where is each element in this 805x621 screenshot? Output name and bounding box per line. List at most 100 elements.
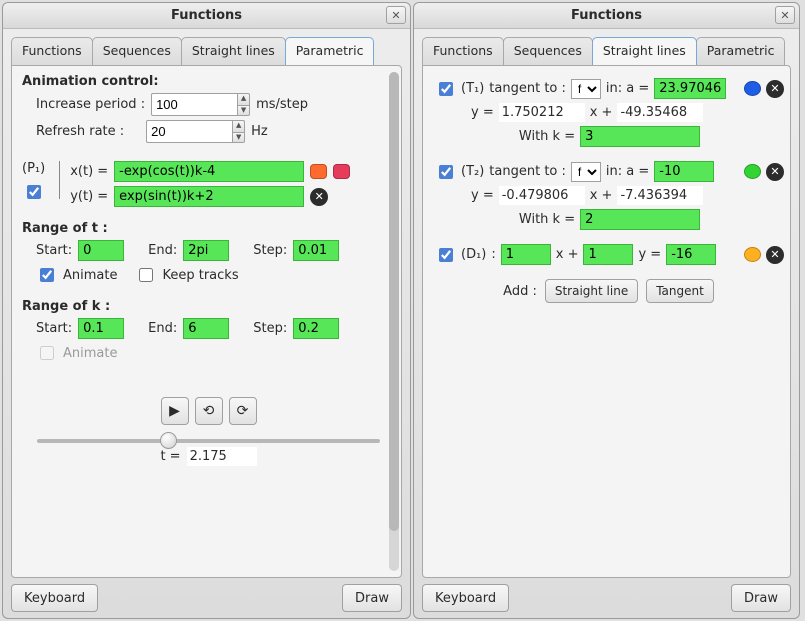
titlebar-right[interactable]: Functions ✕ <box>414 3 799 29</box>
d1-x-input[interactable] <box>501 244 551 265</box>
close-icon[interactable]: ✕ <box>386 6 406 24</box>
t2-func-select[interactable]: f <box>571 162 601 182</box>
animation-heading: Animation control: <box>22 74 395 89</box>
keyboard-button[interactable]: Keyboard <box>422 584 509 612</box>
play-button[interactable]: ▶ <box>161 397 189 425</box>
refresh-spinner[interactable]: ▲▼ <box>146 120 245 143</box>
t1-a-input[interactable] <box>654 78 726 99</box>
t-readout-label: t = <box>160 449 180 464</box>
t-step-label: Step: <box>253 243 287 258</box>
t-slider[interactable] <box>37 439 380 443</box>
range-t-heading: Range of t : <box>22 221 395 236</box>
tab-parametric[interactable]: Parametric <box>285 37 375 65</box>
y-eq-label: y = <box>471 105 494 120</box>
with-k-label: With k = <box>519 129 575 144</box>
t1-k-input[interactable] <box>580 126 700 147</box>
add-row: Add : Straight line Tangent <box>433 279 784 303</box>
t1-visible-checkbox[interactable] <box>439 82 453 96</box>
draw-button[interactable]: Draw <box>731 584 791 612</box>
t2-k-input[interactable] <box>580 209 700 230</box>
line-d1: (D₁): x + y = ✕ <box>435 244 784 265</box>
yt-input[interactable] <box>114 186 304 207</box>
with-k-label: With k = <box>519 212 575 227</box>
k-start-input[interactable] <box>78 318 124 339</box>
tangent-t2: (T₂) tangent to : f in: a = ✕ y = -0.479… <box>435 161 784 230</box>
keep-tracks-checkbox[interactable] <box>139 268 153 282</box>
tab-sequences[interactable]: Sequences <box>503 37 593 65</box>
t2-delete-icon[interactable]: ✕ <box>766 163 784 181</box>
spin-up-icon[interactable]: ▲ <box>237 93 250 105</box>
t2-visible-checkbox[interactable] <box>439 165 453 179</box>
spin-down-icon[interactable]: ▼ <box>237 105 250 117</box>
k-step-label: Step: <box>253 321 287 336</box>
t-end-label: End: <box>148 243 177 258</box>
k-animate-checkbox <box>40 346 54 360</box>
tab-functions[interactable]: Functions <box>11 37 93 65</box>
d1-visible-checkbox[interactable] <box>439 248 453 262</box>
scrollbar[interactable] <box>389 72 399 571</box>
inc-period-spinner[interactable]: ▲▼ <box>151 93 250 116</box>
add-straight-button[interactable]: Straight line <box>545 279 638 303</box>
p1-visible-checkbox[interactable] <box>27 185 41 199</box>
xt-input[interactable] <box>114 161 304 182</box>
t-end-input[interactable] <box>183 240 229 261</box>
t1-delete-icon[interactable]: ✕ <box>766 80 784 98</box>
t-readout-value: 2.175 <box>187 447 257 466</box>
reset-button[interactable]: ⟲ <box>195 397 223 425</box>
p1-block: (P₁) x(t) = y(t) = ✕ <box>22 161 395 207</box>
keyboard-button[interactable]: Keyboard <box>11 584 98 612</box>
k-end-input[interactable] <box>183 318 229 339</box>
window-body-left: Functions Sequences Straight lines Param… <box>3 29 410 618</box>
inc-period-label: Increase period : <box>36 97 145 112</box>
d1-c-input[interactable] <box>583 244 633 265</box>
t1-func-select[interactable]: f <box>571 79 601 99</box>
p1-label: (P₁) <box>22 161 45 176</box>
refresh-label: Refresh rate : <box>36 124 124 139</box>
add-label: Add : <box>503 284 537 299</box>
in-a-label: in: a = <box>606 81 649 96</box>
k-start-label: Start: <box>36 321 72 336</box>
window-body-right: Functions Sequences Straight lines Param… <box>414 29 799 618</box>
tab-sequences[interactable]: Sequences <box>92 37 182 65</box>
t1-label: (T₁) <box>461 81 484 96</box>
range-t-row: Start: End: Step: <box>36 240 395 261</box>
tab-parametric[interactable]: Parametric <box>696 37 786 65</box>
t2-color-swatch[interactable] <box>744 164 761 179</box>
k-end-label: End: <box>148 321 177 336</box>
tab-functions[interactable]: Functions <box>422 37 504 65</box>
d1-color-swatch[interactable] <box>744 247 761 262</box>
tabs-left: Functions Sequences Straight lines Param… <box>11 37 402 65</box>
t2-intercept: -7.436394 <box>617 186 703 205</box>
t-start-input[interactable] <box>78 240 124 261</box>
inc-period-unit: ms/step <box>256 97 308 112</box>
t1-color-swatch[interactable] <box>744 81 761 96</box>
tabs-right: Functions Sequences Straight lines Param… <box>422 37 791 65</box>
t-options-row: Animate Keep tracks <box>36 265 395 285</box>
tab-straight[interactable]: Straight lines <box>592 37 697 65</box>
t2-a-input[interactable] <box>654 161 714 182</box>
inc-period-input[interactable] <box>151 93 237 116</box>
color-swatch-orange[interactable] <box>310 164 327 179</box>
k-step-input[interactable] <box>293 318 339 339</box>
window-straight-lines: Functions ✕ Functions Sequences Straight… <box>413 2 800 619</box>
t-step-input[interactable] <box>293 240 339 261</box>
color-swatch-red[interactable] <box>333 164 350 179</box>
bottom-bar-right: Keyboard Draw <box>422 584 791 612</box>
t-start-label: Start: <box>36 243 72 258</box>
tab-straight[interactable]: Straight lines <box>181 37 286 65</box>
draw-button[interactable]: Draw <box>342 584 402 612</box>
delete-row-icon[interactable]: ✕ <box>310 188 328 206</box>
t-animate-checkbox[interactable] <box>40 268 54 282</box>
add-tangent-button[interactable]: Tangent <box>646 279 714 303</box>
k-options-row: Animate <box>36 343 395 363</box>
spin-up-icon[interactable]: ▲ <box>232 120 245 132</box>
loop-button[interactable]: ⟳ <box>229 397 257 425</box>
window-title: Functions <box>171 8 242 23</box>
d1-delete-icon[interactable]: ✕ <box>766 246 784 264</box>
d1-r-input[interactable] <box>666 244 716 265</box>
close-icon[interactable]: ✕ <box>775 6 795 24</box>
titlebar-left[interactable]: Functions ✕ <box>3 3 410 29</box>
refresh-input[interactable] <box>146 120 232 143</box>
spin-down-icon[interactable]: ▼ <box>232 132 245 144</box>
yt-label: y(t) = <box>70 189 108 204</box>
